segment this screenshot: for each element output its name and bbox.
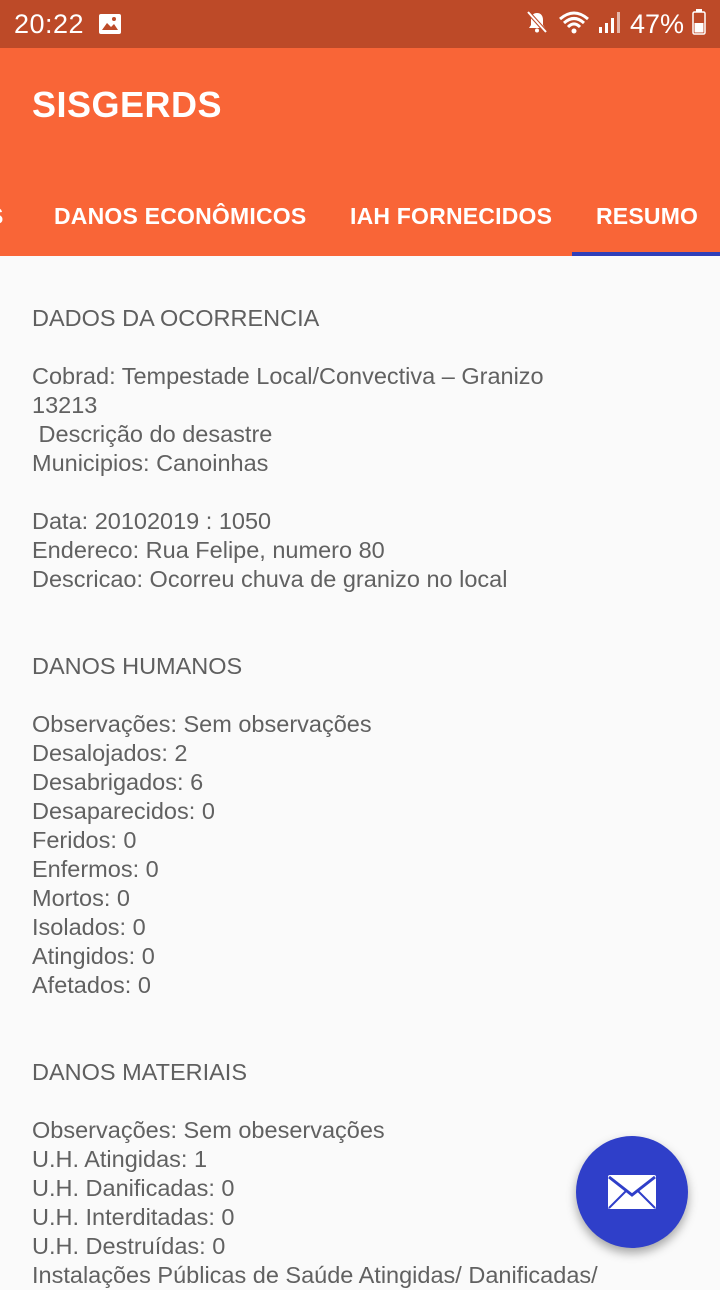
- humanos-line: Desabrigados: 6: [32, 769, 204, 795]
- section-title-humanos: DANOS HUMANOS: [32, 653, 243, 679]
- humanos-line: Mortos: 0: [32, 885, 130, 911]
- municipios-line: Municipios: Canoinhas: [32, 450, 269, 476]
- data-line: Data: 20102019 : 1050: [32, 508, 272, 534]
- send-email-fab[interactable]: [576, 1136, 688, 1248]
- section-title-materiais: DANOS MATERIAIS: [32, 1059, 248, 1085]
- humanos-line: Atingidos: 0: [32, 943, 155, 969]
- humanos-line: Afetados: 0: [32, 972, 151, 998]
- endereco-line: Endereco: Rua Felipe, numero 80: [32, 537, 385, 563]
- app-bar: SISGERDS S DANOS ECONÔMICOS IAH FORNECID…: [0, 48, 720, 256]
- tab-iah-fornecidos[interactable]: IAH FORNECIDOS: [350, 176, 552, 256]
- status-time: 20:22: [14, 8, 85, 39]
- battery-icon: [692, 8, 706, 40]
- descricao-desastre-line: Descrição do desastre: [32, 421, 273, 447]
- mail-icon: [608, 1175, 656, 1209]
- humanos-line: Isolados: 0: [32, 914, 146, 940]
- humanos-line: Desalojados: 2: [32, 740, 188, 766]
- materiais-line: U.H. Destruídas: 0: [32, 1233, 226, 1259]
- materiais-line: Observações: Sem obeservações: [32, 1117, 385, 1143]
- humanos-line: Feridos: 0: [32, 827, 137, 853]
- gallery-icon: [98, 13, 122, 35]
- battery-percentage: 47%: [629, 8, 684, 39]
- status-bar: 20:22 47%: [0, 0, 720, 48]
- materiais-line: Instalações Públicas de Saúde Atingidas/…: [32, 1262, 598, 1288]
- tab-bar: S DANOS ECONÔMICOS IAH FORNECIDOS RESUMO: [0, 176, 720, 256]
- descricao-line: Descricao: Ocorreu chuva de granizo no l…: [32, 566, 508, 592]
- summary-content: DADOS DA OCORRENCIA Cobrad: Tempestade L…: [32, 304, 692, 1290]
- app-title: SISGERDS: [32, 84, 223, 125]
- humanos-line: Enfermos: 0: [32, 856, 159, 882]
- wifi-icon: [558, 9, 590, 40]
- humanos-line: Desaparecidos: 0: [32, 798, 215, 824]
- cobrad-code: 13213: [32, 392, 98, 418]
- tab-resumo[interactable]: RESUMO: [596, 176, 698, 256]
- mute-icon: [524, 9, 550, 40]
- tab-partial[interactable]: S: [0, 176, 4, 256]
- section-title-ocorrencia: DADOS DA OCORRENCIA: [32, 305, 320, 331]
- humanos-line: Observações: Sem observações: [32, 711, 372, 737]
- cobrad-line: Cobrad: Tempestade Local/Convectiva – Gr…: [32, 363, 544, 389]
- tab-indicator: [572, 252, 720, 256]
- tab-danos-economicos[interactable]: DANOS ECONÔMICOS: [54, 176, 306, 256]
- signal-icon: [598, 10, 622, 39]
